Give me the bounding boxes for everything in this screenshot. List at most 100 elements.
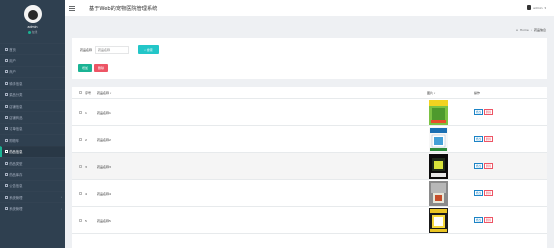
site-title: 基于Web的宠物医院管理系统 <box>89 5 158 12</box>
search-label: 药品名称 <box>80 47 93 52</box>
sidebar-item[interactable]: 药品类型 <box>0 157 65 168</box>
sidebar-item[interactable]: 菜品分类 <box>0 89 65 100</box>
sidebar-item-label: 订单信息 <box>9 127 23 132</box>
edit-button[interactable]: 修改 <box>474 109 483 115</box>
row-checkbox[interactable] <box>79 192 82 195</box>
top-user-menu[interactable]: admin ▾ <box>527 5 546 10</box>
sidebar-item[interactable]: 药品信息 <box>0 145 65 157</box>
row-checkbox[interactable] <box>79 219 82 222</box>
row-checkbox[interactable] <box>79 138 82 141</box>
sidebar-item-label: 公告信息 <box>9 184 23 189</box>
drug-thumbnail <box>426 100 451 125</box>
menu-item-icon <box>5 207 8 211</box>
edit-button[interactable]: 修改 <box>474 136 483 142</box>
sidebar-item[interactable]: 店铺信息 <box>0 100 65 111</box>
menu-item-icon <box>5 127 8 131</box>
menu-item-icon <box>5 104 8 108</box>
bulk-delete-button[interactable]: 删除 <box>94 64 108 72</box>
chevron-left-icon: ‹ <box>60 195 62 200</box>
sidebar-item[interactable]: 店铺商品 <box>0 111 65 122</box>
edit-button[interactable]: 修改 <box>474 163 483 169</box>
search-panel: 药品名称 ⌕ 搜索 增加 删除 <box>72 38 547 79</box>
table-row: 2 药品名称2 修改 删除 <box>72 126 547 153</box>
menu-item-icon <box>5 172 8 176</box>
sidebar-item-label: 用户 <box>9 59 16 64</box>
breadcrumb-separator: › <box>530 28 532 32</box>
sidebar-item-label: 购物车 <box>9 138 20 143</box>
profile-status-label: 在线 <box>31 30 38 34</box>
delete-button[interactable]: 删除 <box>484 217 493 223</box>
app-root: admin 在线 首页 用户 商户 骑手信息 菜品分类 店铺信息 店铺商品 订单信息 购物车 药品… <box>0 0 554 248</box>
sidebar-item[interactable]: 系统管理 ‹ <box>0 202 65 213</box>
top-username: admin <box>533 5 543 10</box>
row-index: 4 <box>85 192 87 196</box>
header-image[interactable]: 图片▾ <box>427 91 435 95</box>
add-button[interactable]: 增加 <box>78 64 92 72</box>
menu-item-icon <box>5 59 8 63</box>
table-header: 序号 药品名称▾ 图片▾ 操作 <box>72 87 547 99</box>
row-drug-name: 药品名称5 <box>97 219 111 223</box>
row-drug-name: 药品名称3 <box>97 165 111 169</box>
row-index: 1 <box>85 111 87 115</box>
row-actions: 修改 删除 <box>474 190 493 196</box>
header-operation: 操作 <box>474 90 481 95</box>
menu-item-icon <box>5 184 8 188</box>
breadcrumb: ⌂ Home › 药品信息 <box>516 28 546 32</box>
sidebar-menu: 首页用户商户骑手信息菜品分类店铺信息店铺商品订单信息购物车药品信息药品类型药品库… <box>0 43 65 214</box>
sidebar-item[interactable]: 用户 <box>0 54 65 65</box>
chevron-down-icon: ▾ <box>544 5 546 10</box>
header-name[interactable]: 药品名称▾ <box>97 91 111 95</box>
profile-username[interactable]: admin <box>28 25 38 29</box>
sort-icon: ▾ <box>434 91 436 95</box>
sidebar-item-label: 菜品分类 <box>9 93 23 98</box>
delete-button[interactable]: 删除 <box>484 136 493 142</box>
sidebar-item[interactable]: 药品库存 <box>0 168 65 179</box>
menu-toggle-icon[interactable] <box>69 5 75 11</box>
edit-button[interactable]: 修改 <box>474 217 483 223</box>
search-input[interactable] <box>95 45 130 54</box>
delete-button[interactable]: 删除 <box>484 163 493 169</box>
row-checkbox[interactable] <box>79 111 82 114</box>
row-actions: 修改 删除 <box>474 136 493 142</box>
sidebar-item-label: 商户 <box>9 70 16 75</box>
row-index: 2 <box>85 138 87 142</box>
menu-item-icon <box>5 70 8 74</box>
breadcrumb-home[interactable]: Home <box>520 28 529 32</box>
sidebar-item[interactable]: 首页 <box>0 43 65 54</box>
avatar[interactable] <box>23 5 42 23</box>
delete-button[interactable]: 删除 <box>484 109 493 115</box>
menu-item-icon <box>5 81 8 85</box>
delete-button[interactable]: 删除 <box>484 190 493 196</box>
drug-thumbnail <box>426 208 451 233</box>
sidebar-item[interactable]: 订单信息 <box>0 123 65 134</box>
header-index: 序号 <box>85 90 92 95</box>
select-all-checkbox[interactable] <box>79 91 82 94</box>
sidebar-item-label: 药品信息 <box>9 150 23 155</box>
row-drug-name: 药品名称1 <box>97 111 111 115</box>
sidebar-item-label: 店铺信息 <box>9 104 23 109</box>
sidebar-item[interactable]: 购物车 <box>0 134 65 145</box>
menu-item-icon <box>5 116 8 120</box>
search-button[interactable]: ⌕ 搜索 <box>138 45 160 54</box>
table-row: 5 药品名称5 修改 删除 <box>72 207 547 234</box>
sidebar-item[interactable]: 商户 <box>0 66 65 77</box>
sidebar-item-label: 药品类型 <box>9 161 23 166</box>
menu-item-icon <box>5 150 8 154</box>
row-actions: 修改 删除 <box>474 109 493 115</box>
profile-block: admin 在线 <box>0 0 65 42</box>
menu-item-icon <box>5 138 8 142</box>
sidebar-item[interactable]: 骑手信息 <box>0 77 65 88</box>
search-row: 药品名称 ⌕ 搜索 <box>80 45 160 54</box>
drug-thumbnail <box>426 181 451 206</box>
sidebar-item[interactable]: 公告信息 <box>0 180 65 191</box>
edit-button[interactable]: 修改 <box>474 190 483 196</box>
row-actions: 修改 删除 <box>474 217 493 223</box>
sidebar: admin 在线 首页用户商户骑手信息菜品分类店铺信息店铺商品订单信息购物车药品… <box>0 0 65 248</box>
sidebar-item-label: 首页 <box>9 47 16 52</box>
sidebar-item[interactable]: 系统管理 ‹ <box>0 191 65 202</box>
table-row: 3 药品名称3 修改 删除 <box>72 153 547 180</box>
row-actions: 修改 删除 <box>474 163 493 169</box>
sort-icon: ▾ <box>110 91 112 95</box>
table-row: 1 药品名称1 修改 删除 <box>72 99 547 126</box>
row-checkbox[interactable] <box>79 165 82 168</box>
